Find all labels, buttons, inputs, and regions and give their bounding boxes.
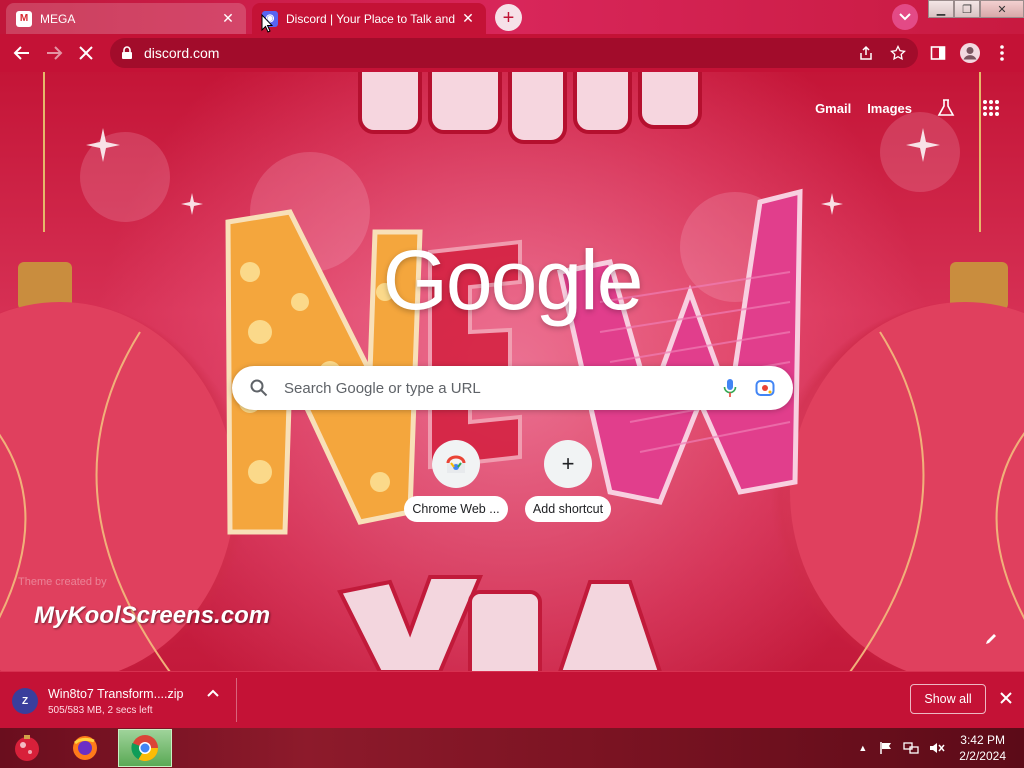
close-icon — [1000, 692, 1012, 704]
share-icon[interactable] — [858, 45, 874, 61]
search-input[interactable] — [282, 378, 723, 398]
kebab-menu-icon — [1000, 45, 1004, 61]
theme-credit[interactable]: Theme created by — [18, 576, 107, 588]
tab-title: MEGA — [40, 11, 76, 26]
clock[interactable]: 3:42 PM 2/2/2024 — [959, 732, 1006, 764]
network-icon[interactable] — [903, 741, 919, 755]
gmail-link[interactable]: Gmail — [815, 101, 851, 116]
customize-button[interactable] — [980, 628, 1002, 650]
download-options-button[interactable] — [204, 684, 222, 702]
close-window-button[interactable]: ✕ — [980, 0, 1024, 18]
search-box[interactable] — [232, 366, 793, 410]
download-item[interactable]: Z Win8to7 Transform....zip 505/583 MB, 2… — [12, 680, 234, 722]
url-text: discord.com — [144, 45, 220, 61]
new-tab-page: Gmail Images Google Chrome Web ... + Add… — [0, 72, 1024, 671]
firefox-icon — [73, 736, 97, 760]
close-download-bar-button[interactable] — [996, 686, 1016, 710]
add-shortcut-button[interactable]: + Add shortcut — [513, 440, 623, 522]
shortcut-tile[interactable]: Chrome Web ... — [401, 440, 511, 522]
action-center-flag-icon[interactable] — [879, 741, 893, 755]
zip-file-icon: Z — [12, 688, 38, 714]
chrome-icon — [131, 735, 159, 762]
tab-title: Discord | Your Place to Talk and H — [286, 11, 456, 26]
profile-button[interactable] — [957, 40, 983, 66]
show-hidden-icons-icon[interactable]: ▲ — [858, 743, 867, 753]
close-tab-icon[interactable]: ✕ — [460, 10, 476, 27]
chevron-up-icon — [207, 689, 219, 697]
plus-icon: + — [544, 440, 592, 488]
new-tab-button[interactable]: + — [495, 4, 522, 31]
chrome-taskbar-button[interactable] — [118, 729, 172, 767]
watermark-text: MyKoolScreens.com — [34, 602, 271, 629]
browser-toolbar: discord.com — [0, 34, 1024, 72]
google-lens-icon[interactable] — [755, 379, 775, 397]
close-tab-icon[interactable]: ✕ — [220, 10, 236, 27]
shortcut-label: Add shortcut — [524, 496, 612, 522]
firefox-taskbar-button[interactable] — [58, 729, 112, 767]
google-logo: Google — [382, 233, 644, 327]
apps-grid-icon[interactable] — [982, 99, 1000, 117]
arrow-left-icon — [13, 46, 29, 60]
pencil-icon — [986, 634, 996, 644]
side-panel-icon — [930, 46, 946, 60]
bookmark-star-icon[interactable] — [890, 45, 906, 61]
download-status: 505/583 MB, 2 secs left — [48, 704, 153, 716]
minimize-button[interactable]: ▁ — [928, 0, 954, 18]
download-filename: Win8to7 Transform....zip — [48, 686, 184, 701]
download-bar: Z Win8to7 Transform....zip 505/583 MB, 2… — [0, 671, 1024, 729]
start-button[interactable] — [0, 729, 54, 767]
system-tray: ▲ 3:42 PM 2/2/2024 — [858, 728, 1024, 768]
address-bar[interactable]: discord.com — [110, 38, 918, 68]
arrow-right-icon — [47, 46, 63, 60]
restore-button[interactable]: ❐ — [954, 0, 980, 18]
menu-button[interactable] — [989, 40, 1015, 66]
windows-taskbar: ▲ 3:42 PM 2/2/2024 — [0, 728, 1024, 768]
tab-search-button[interactable] — [892, 4, 918, 30]
lock-icon — [122, 46, 132, 59]
microphone-icon[interactable] — [723, 378, 737, 398]
mouse-cursor-icon — [261, 14, 273, 33]
divider — [236, 678, 237, 722]
labs-flask-icon[interactable] — [936, 98, 956, 118]
tab-mega[interactable]: M MEGA ✕ — [6, 3, 246, 34]
tab-strip: M MEGA ✕ ◉ Discord | Your Place to Talk … — [0, 0, 1024, 34]
stop-loading-button[interactable] — [73, 40, 99, 66]
google-top-nav: Gmail Images — [815, 94, 1024, 122]
images-link[interactable]: Images — [867, 101, 912, 116]
shortcut-icon-circle — [432, 440, 480, 488]
chevron-down-icon — [899, 13, 911, 21]
volume-muted-icon[interactable] — [929, 741, 945, 755]
back-button[interactable] — [9, 40, 35, 66]
side-panel-button[interactable] — [925, 40, 951, 66]
clock-time: 3:42 PM — [960, 733, 1005, 747]
tab-discord[interactable]: ◉ Discord | Your Place to Talk and H ✕ — [252, 3, 486, 34]
forward-button[interactable] — [41, 40, 67, 66]
shortcut-label: Chrome Web ... — [404, 496, 508, 522]
mega-icon: M — [16, 10, 32, 27]
chrome-web-store-icon — [446, 455, 466, 473]
avatar-icon — [960, 43, 980, 63]
show-all-button[interactable]: Show all — [910, 684, 986, 714]
search-icon — [250, 379, 268, 397]
clock-date: 2/2/2024 — [959, 749, 1006, 763]
close-icon — [79, 46, 93, 60]
start-orb-icon — [15, 735, 39, 761]
